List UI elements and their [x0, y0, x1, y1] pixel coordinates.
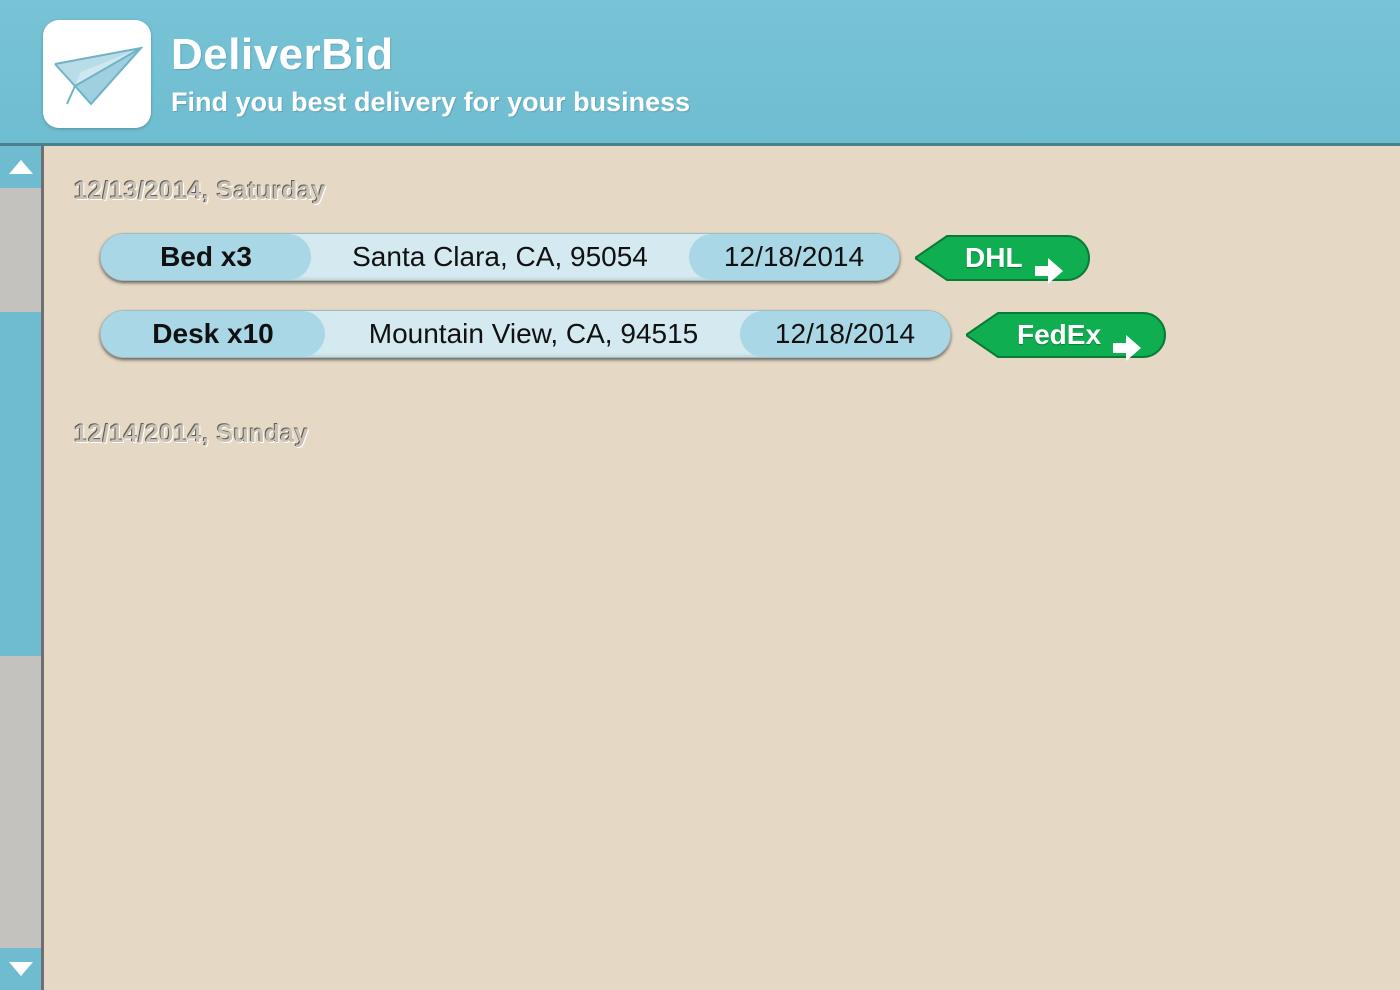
scroll-thumb[interactable] — [0, 312, 41, 656]
paper-plane-icon — [54, 46, 143, 106]
triangle-down-icon — [8, 962, 33, 976]
triangle-up-icon — [8, 160, 33, 174]
order-pill[interactable]: Bed x3 Santa Clara, CA, 95054 12/18/2014 — [100, 233, 900, 281]
delivery-list: 12/13/2014, Saturday Bed x3 Santa Clara,… — [44, 149, 1400, 990]
date-heading: 12/14/2014, Sunday — [74, 420, 309, 448]
order-address: Santa Clara, CA, 95054 — [352, 241, 648, 272]
carrier-button-dhl[interactable]: DHL — [915, 235, 1090, 284]
app-logo — [43, 20, 151, 128]
order-date: 12/18/2014 — [740, 311, 950, 357]
carrier-button-fedex[interactable]: FedEx — [966, 312, 1166, 361]
carrier-label: FedEx — [1017, 319, 1102, 350]
carrier-label: DHL — [965, 242, 1023, 273]
order-item: Desk x10 — [101, 311, 325, 357]
scroll-up-button[interactable] — [0, 146, 41, 188]
app-window: DeliverBid Find you best delivery for yo… — [0, 0, 1400, 990]
app-title: DeliverBid — [171, 30, 394, 79]
app-header: DeliverBid Find you best delivery for yo… — [0, 0, 1400, 146]
date-heading: 12/13/2014, Saturday — [74, 177, 326, 205]
order-date: 12/18/2014 — [689, 234, 899, 280]
order-address: Mountain View, CA, 94515 — [368, 318, 699, 349]
order-item: Bed x3 — [101, 234, 311, 280]
vertical-scrollbar[interactable] — [0, 146, 44, 990]
order-pill[interactable]: Desk x10 Mountain View, CA, 94515 12/18/… — [100, 310, 951, 358]
scroll-down-button[interactable] — [0, 948, 41, 990]
app-subtitle: Find you best delivery for your business — [171, 87, 691, 117]
